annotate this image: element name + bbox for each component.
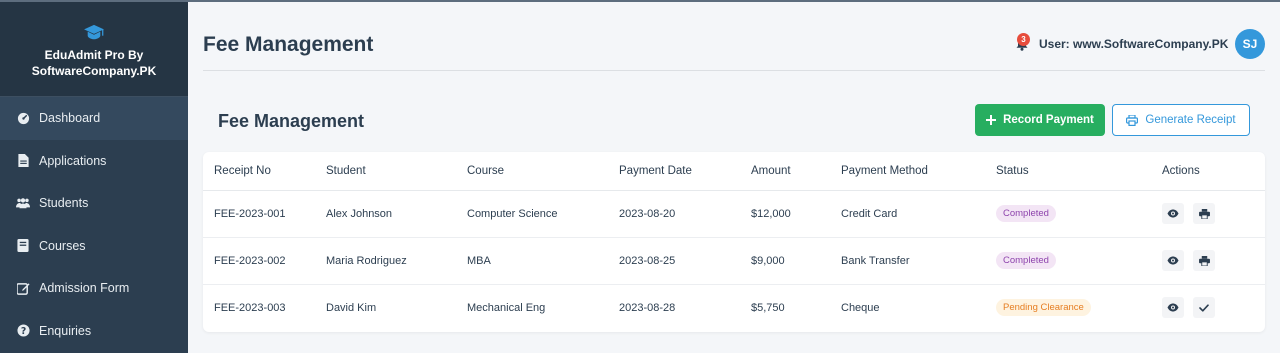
table-header-row: Receipt No Student Course Payment Date A… xyxy=(203,152,1265,191)
receipt-cell: FEE-2023-003 xyxy=(214,301,286,314)
sidebar-item-applications[interactable]: Applications xyxy=(0,140,188,183)
status-badge: Completed xyxy=(996,252,1056,269)
column-header: Actions xyxy=(1162,152,1265,191)
check-icon xyxy=(1199,304,1209,312)
receipt-cell: FEE-2023-001 xyxy=(214,207,286,220)
record-payment-button[interactable]: Record Payment xyxy=(975,104,1105,136)
column-header: Receipt No xyxy=(203,152,326,191)
actions-cell xyxy=(1162,190,1265,237)
print-icon xyxy=(1126,114,1139,126)
table-row: FEE-2023-003 David Kim Mechanical Eng 20… xyxy=(203,284,1265,331)
student-cell: Maria Rodriguez xyxy=(326,254,407,267)
method-cell: Credit Card xyxy=(841,207,898,220)
course-cell: Mechanical Eng xyxy=(467,301,546,314)
column-header: Amount xyxy=(751,152,841,191)
student-cell: Alex Johnson xyxy=(326,207,393,220)
fee-table-card: Receipt No Student Course Payment Date A… xyxy=(203,152,1265,332)
sidebar-item-label: Courses xyxy=(39,238,86,253)
generate-receipt-label: Generate Receipt xyxy=(1145,114,1236,126)
view-button[interactable] xyxy=(1162,250,1184,271)
page-title: Fee Management xyxy=(203,33,374,56)
user-label: User: www.SoftwareCompany.PK xyxy=(1039,37,1229,51)
sidebar-item-label: Applications xyxy=(39,153,107,168)
course-cell: MBA xyxy=(467,254,491,267)
section-title: Fee Management xyxy=(218,111,365,131)
table-row: FEE-2023-001 Alex Johnson Computer Scien… xyxy=(203,190,1265,237)
brand-name: EduAdmit Pro By SoftwareCompany.PK xyxy=(32,47,156,79)
print-icon xyxy=(1198,208,1210,219)
status-cell: Completed xyxy=(996,237,1162,284)
print-button[interactable] xyxy=(1193,203,1216,224)
view-button[interactable] xyxy=(1162,297,1184,319)
brand-line-1: EduAdmit Pro By xyxy=(44,48,144,62)
svg-text:?: ? xyxy=(20,326,25,337)
sidebar-item-label: Admission Form xyxy=(39,281,130,296)
amount-cell: $12,000 xyxy=(751,207,791,220)
eye-icon xyxy=(1167,209,1179,218)
avatar[interactable]: SJ xyxy=(1235,29,1265,59)
sidebar-item-courses[interactable]: Courses xyxy=(0,225,188,268)
sidebar: EduAdmit Pro By SoftwareCompany.PK Dashb… xyxy=(0,2,188,353)
column-header: Payment Date xyxy=(619,152,751,191)
print-icon xyxy=(1198,255,1210,266)
verify-button[interactable] xyxy=(1193,297,1216,319)
fee-table: Receipt No Student Course Payment Date A… xyxy=(203,152,1265,331)
status-cell: Completed xyxy=(996,190,1162,237)
amount-cell: $9,000 xyxy=(751,254,785,267)
view-button[interactable] xyxy=(1162,203,1184,224)
status-badge: Pending Clearance xyxy=(996,299,1091,317)
date-cell: 2023-08-25 xyxy=(619,254,676,267)
course-cell: Computer Science xyxy=(467,207,558,220)
sidebar-nav: Dashboard Applications Students Courses … xyxy=(0,97,188,352)
student-cell: David Kim xyxy=(326,301,377,314)
table-row: FEE-2023-002 Maria Rodriguez MBA 2023-08… xyxy=(203,237,1265,284)
sidebar-item-students[interactable]: Students xyxy=(0,182,188,225)
plus-icon xyxy=(986,115,997,125)
amount-cell: $5,750 xyxy=(751,301,785,314)
edit-icon xyxy=(16,281,30,295)
status-cell: Pending Clearance xyxy=(996,284,1162,331)
brand[interactable]: EduAdmit Pro By SoftwareCompany.PK xyxy=(0,2,188,97)
book-icon xyxy=(16,239,30,253)
sidebar-item-enquiries[interactable]: ? Enquiries xyxy=(0,310,188,353)
file-icon xyxy=(16,154,30,168)
graduation-cap-icon xyxy=(84,24,104,40)
sidebar-item-admission-form[interactable]: Admission Form xyxy=(0,267,188,310)
column-header: Payment Method xyxy=(841,152,996,191)
sidebar-item-dashboard[interactable]: Dashboard xyxy=(0,97,188,140)
users-icon xyxy=(16,196,30,210)
notification-badge: 3 xyxy=(1017,33,1030,46)
print-button[interactable] xyxy=(1193,250,1216,271)
sidebar-item-label: Enquiries xyxy=(39,323,92,338)
date-cell: 2023-08-20 xyxy=(619,207,676,220)
actions-cell xyxy=(1162,284,1265,331)
sidebar-item-label: Dashboard xyxy=(39,111,101,126)
record-payment-label: Record Payment xyxy=(1003,114,1094,126)
method-cell: Bank Transfer xyxy=(841,254,910,267)
dashboard-icon xyxy=(16,111,30,125)
column-header: Status xyxy=(996,152,1162,191)
sidebar-item-label: Students xyxy=(39,196,89,211)
brand-line-2: SoftwareCompany.PK xyxy=(31,64,157,78)
column-header: Course xyxy=(467,152,619,191)
question-circle-icon: ? xyxy=(16,324,30,338)
actions-cell xyxy=(1162,237,1265,284)
eye-icon xyxy=(1167,303,1179,312)
method-cell: Cheque xyxy=(841,301,880,314)
column-header: Student xyxy=(326,152,467,191)
header-divider xyxy=(203,70,1265,71)
status-badge: Completed xyxy=(996,205,1056,222)
generate-receipt-button[interactable]: Generate Receipt xyxy=(1112,104,1250,136)
receipt-cell: FEE-2023-002 xyxy=(214,254,286,267)
date-cell: 2023-08-28 xyxy=(619,301,676,314)
eye-icon xyxy=(1167,256,1179,265)
top-border xyxy=(0,0,1280,2)
